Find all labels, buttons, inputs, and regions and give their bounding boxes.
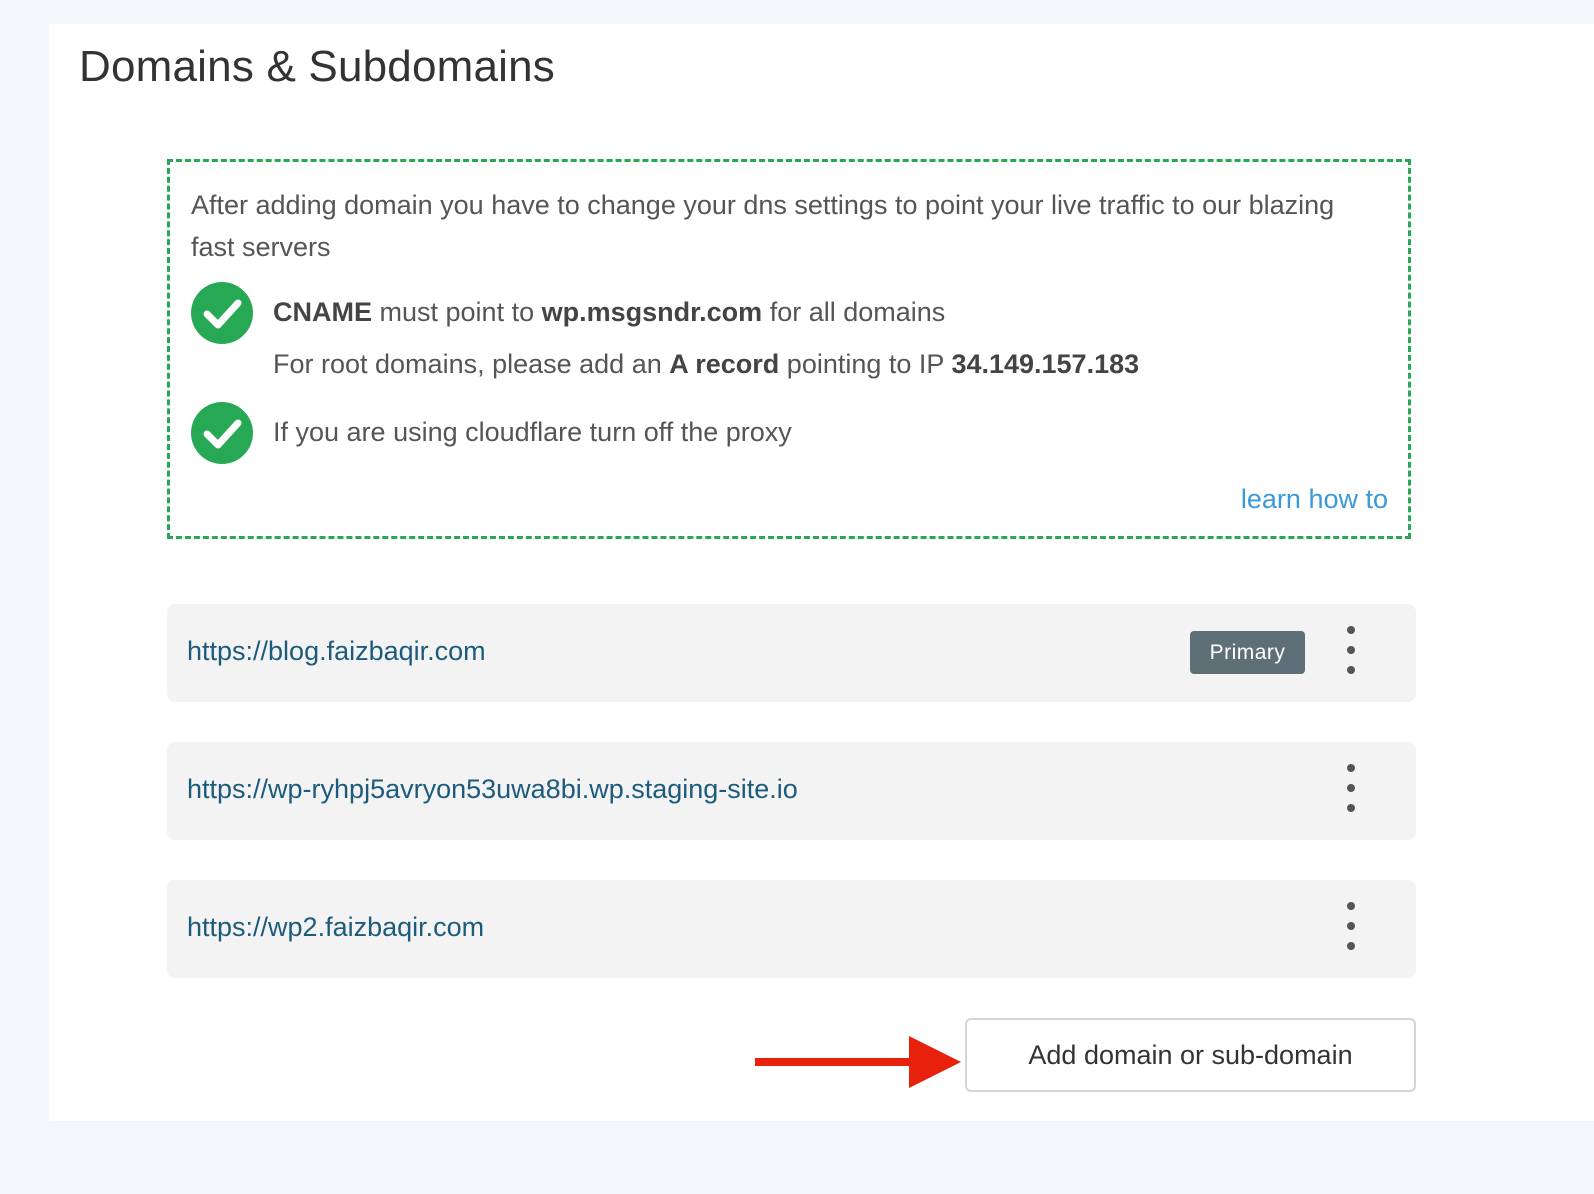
kebab-dot: [1347, 764, 1355, 772]
notice-intro: After adding domain you have to change y…: [191, 190, 1335, 262]
a-record-ip: 34.149.157.183: [951, 349, 1140, 379]
add-domain-button[interactable]: Add domain or sub-domain: [965, 1018, 1416, 1092]
domain-row: https://wp2.faizbaqir.com: [167, 880, 1416, 978]
kebab-menu-icon[interactable]: [1337, 902, 1365, 956]
red-arrow-icon: [755, 1036, 961, 1093]
kebab-dot: [1347, 626, 1355, 634]
cname-target: wp.msgsndr.com: [541, 297, 763, 327]
a-record-text-start: For root domains, please add an: [273, 349, 662, 379]
domain-url[interactable]: https://wp2.faizbaqir.com: [187, 912, 484, 943]
a-record-label: A record: [669, 349, 780, 379]
domain-url[interactable]: https://wp-ryhpj5avryon53uwa8bi.wp.stagi…: [187, 774, 798, 805]
kebab-dot: [1347, 666, 1355, 674]
domains-card: Domains & Subdomains After adding domain…: [49, 24, 1594, 1121]
check-circle-icon: [191, 402, 253, 464]
a-record-text-middle: pointing to IP: [786, 349, 944, 379]
primary-badge: Primary: [1190, 631, 1305, 674]
domain-row: https://blog.faizbaqir.com Primary: [167, 604, 1416, 702]
dns-notice-box: After adding domain you have to change y…: [167, 159, 1411, 539]
kebab-dot: [1347, 942, 1355, 950]
kebab-dot: [1347, 646, 1355, 654]
check-circle-icon: [191, 282, 253, 344]
domain-row: https://wp-ryhpj5avryon53uwa8bi.wp.stagi…: [167, 742, 1416, 840]
cname-instruction: CNAME must point to wp.msgsndr.com for a…: [273, 297, 945, 328]
domain-url[interactable]: https://blog.faizbaqir.com: [187, 636, 486, 667]
kebab-dot: [1347, 902, 1355, 910]
kebab-menu-icon[interactable]: [1337, 626, 1365, 680]
kebab-dot: [1347, 804, 1355, 812]
kebab-menu-icon[interactable]: [1337, 764, 1365, 818]
a-record-instruction: For root domains, please add an A record…: [273, 349, 1139, 380]
kebab-dot: [1347, 784, 1355, 792]
cloudflare-instruction: If you are using cloudflare turn off the…: [273, 417, 792, 447]
learn-how-to-link[interactable]: learn how to: [1241, 484, 1388, 515]
cname-label: CNAME: [273, 297, 372, 327]
cname-text-end: for all domains: [769, 297, 946, 327]
kebab-dot: [1347, 922, 1355, 930]
page-title: Domains & Subdomains: [79, 42, 556, 91]
cname-text-middle: must point to: [379, 297, 535, 327]
